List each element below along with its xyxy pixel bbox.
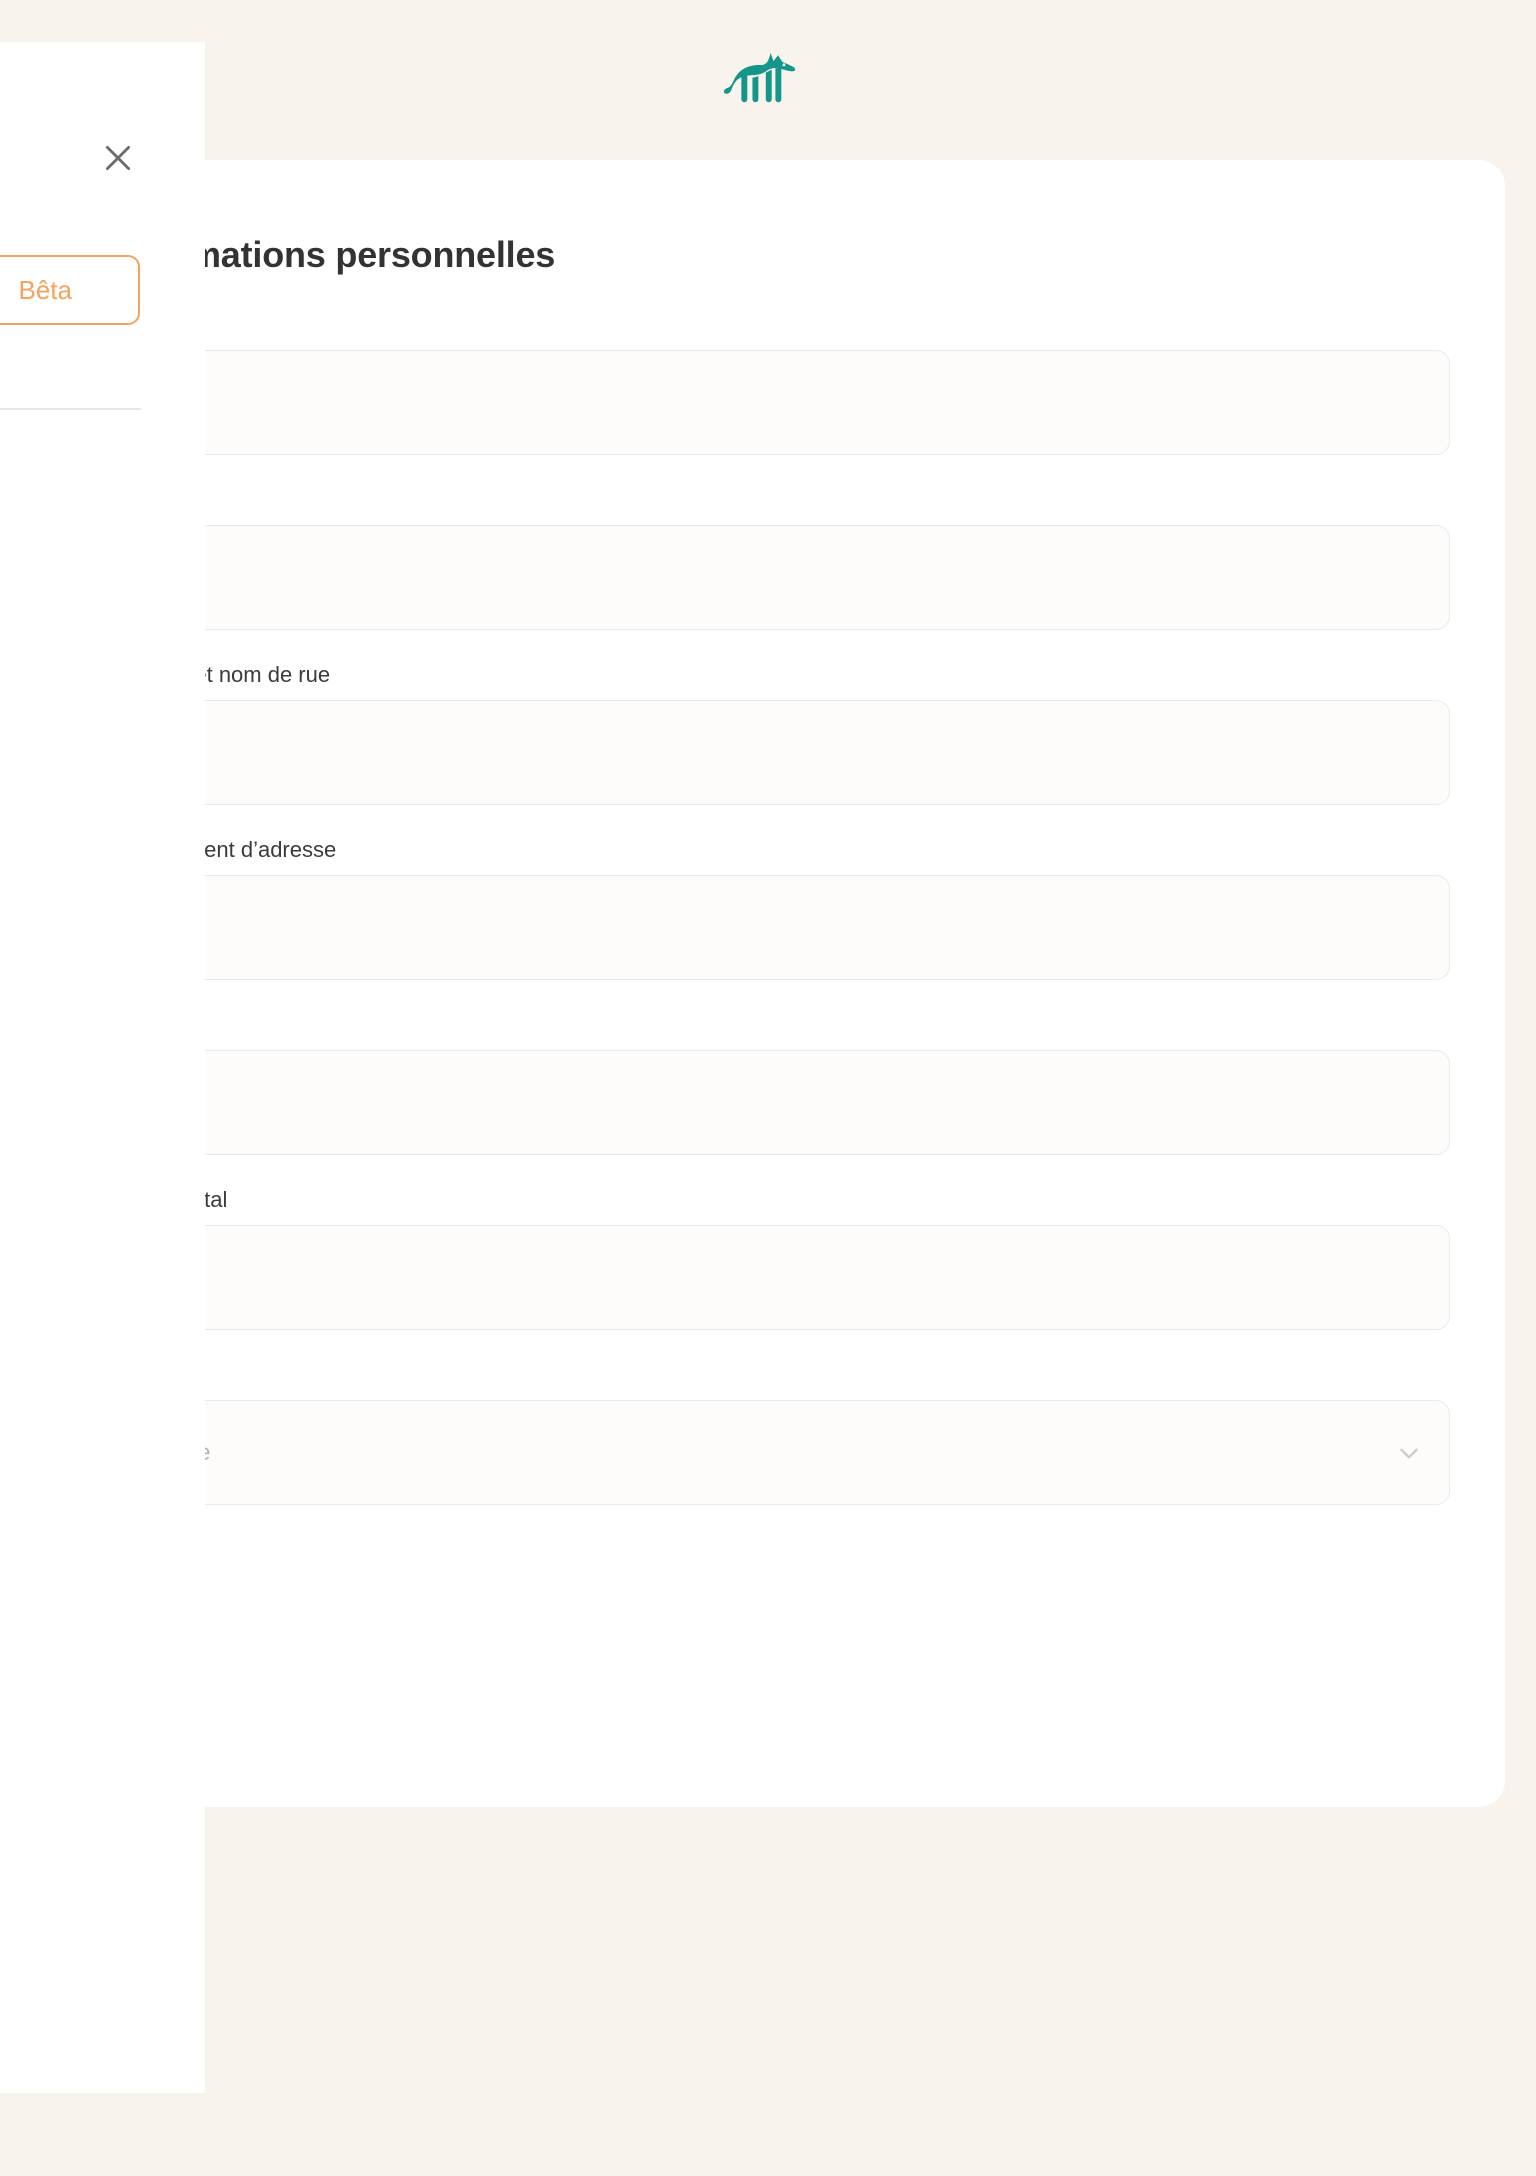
brand-bar: [0, 0, 1536, 160]
panel-divider: [0, 408, 141, 410]
personal-info-modal: Informations personnelles Prénom Nom Num…: [0, 160, 1505, 1807]
close-button[interactable]: [90, 130, 146, 186]
label-code-postal: Code postal: [110, 1185, 1450, 1215]
beta-badge[interactable]: Bêta: [0, 255, 140, 325]
label-complement: Complément d’adresse: [110, 837, 337, 862]
form-row-rue: Numéro et nom de rue: [110, 660, 1450, 805]
page-root: Informations personnelles Prénom Nom Num…: [0, 0, 1536, 2176]
select-pays[interactable]: [110, 1400, 1450, 1505]
left-drawer-panel: Bêta: [0, 42, 205, 2093]
form-row-complement: Complément d’adresse: [110, 835, 1450, 980]
form-row-pays: Pays: [110, 1360, 1450, 1505]
input-nom[interactable]: [110, 525, 1450, 630]
form-row-nom: Nom: [110, 485, 1450, 630]
input-complement[interactable]: [110, 875, 1450, 980]
input-prenom[interactable]: [110, 350, 1450, 455]
input-ville[interactable]: [110, 1050, 1450, 1155]
select-wrap-pays: [110, 1400, 1450, 1505]
dog-logo-icon: [723, 52, 796, 103]
form-row-ville: Ville: [110, 1010, 1450, 1155]
input-rue[interactable]: [110, 700, 1450, 805]
form-row-prenom: Prénom: [110, 310, 1450, 455]
beta-badge-label: Bêta: [18, 274, 73, 305]
personal-info-form: Prénom Nom Numéro et nom de rue Compléme…: [110, 310, 1450, 1535]
input-code-postal[interactable]: [110, 1225, 1450, 1330]
label-rue: Numéro et nom de rue: [110, 662, 331, 687]
form-row-code-postal: Code postal: [110, 1185, 1450, 1330]
close-icon: [105, 145, 131, 171]
